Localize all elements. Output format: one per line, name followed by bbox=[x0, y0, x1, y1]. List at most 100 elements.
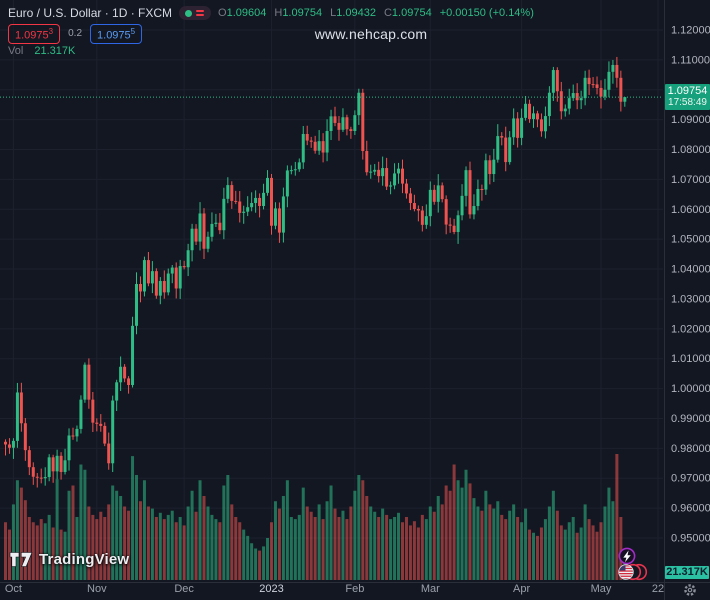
volume-bar bbox=[484, 491, 487, 580]
volume-bar bbox=[445, 486, 448, 581]
volume-label[interactable]: Vol bbox=[8, 45, 23, 57]
volume-bar bbox=[337, 517, 340, 580]
candle-body bbox=[139, 284, 142, 291]
time-axis-settings-button[interactable] bbox=[685, 585, 694, 594]
lightning-button[interactable] bbox=[619, 548, 634, 563]
volume-bar bbox=[607, 488, 610, 580]
candle-body bbox=[246, 207, 249, 211]
volume-bar bbox=[302, 488, 305, 580]
volume-bar bbox=[377, 517, 380, 580]
candle-body bbox=[373, 170, 376, 172]
volume-bar bbox=[123, 507, 126, 581]
candle-body bbox=[127, 378, 130, 385]
candle-body bbox=[199, 213, 202, 241]
time-tick-label: Mar bbox=[421, 583, 440, 595]
candle-body bbox=[357, 93, 360, 115]
candle-body bbox=[377, 170, 380, 176]
tradingview-logo[interactable]: TradingView bbox=[9, 551, 129, 568]
candle-body bbox=[532, 113, 535, 119]
time-axis[interactable]: OctNovDec2023FebMarAprMay22 bbox=[5, 583, 664, 595]
candle-body bbox=[520, 118, 523, 138]
symbol-title[interactable]: Euro / U.S. Dollar · 1D · FXCM bbox=[8, 6, 172, 20]
candle-body bbox=[179, 266, 182, 288]
quote-lines-icon bbox=[196, 10, 204, 16]
sell-button[interactable]: 1.09753 bbox=[8, 24, 60, 44]
spread-value: 0.2 bbox=[68, 28, 82, 39]
candle-body bbox=[79, 400, 82, 429]
candle-body bbox=[214, 223, 217, 224]
volume-bar bbox=[592, 525, 595, 580]
volume-bar bbox=[310, 512, 313, 580]
volume-bar bbox=[425, 519, 428, 580]
last-price-value: 1.09754 bbox=[665, 85, 710, 97]
ohlc-values: O1.09604 H1.09754 L1.09432 C1.09754 +0.0… bbox=[218, 7, 534, 19]
volume-bar bbox=[465, 470, 468, 580]
volume-bar bbox=[353, 491, 356, 580]
volume-bar bbox=[4, 522, 7, 580]
volume-bar bbox=[385, 515, 388, 580]
candle-body bbox=[607, 72, 610, 90]
chart-pane[interactable]: 1.120001.110001.100001.090001.080001.070… bbox=[0, 0, 710, 600]
candle-body bbox=[337, 123, 340, 130]
volume-bar bbox=[230, 504, 233, 580]
time-tick-label: Apr bbox=[513, 583, 530, 595]
volume-axis-badge: 21.317K bbox=[665, 566, 709, 579]
candle-body bbox=[508, 137, 511, 162]
market-status-pill[interactable] bbox=[179, 6, 211, 20]
volume-bar bbox=[210, 515, 213, 580]
candle-body bbox=[71, 435, 74, 436]
price-tick-label: 1.12000 bbox=[671, 25, 710, 37]
volume-bar bbox=[139, 501, 142, 580]
candle-body bbox=[468, 170, 471, 214]
volume-bar bbox=[417, 528, 420, 581]
candle-body bbox=[425, 216, 428, 225]
volume-bar bbox=[341, 511, 344, 580]
volume-bar bbox=[40, 519, 43, 580]
candle-body bbox=[282, 196, 285, 232]
candle-body bbox=[20, 392, 23, 423]
volume-value: 21.317K bbox=[34, 45, 75, 57]
candle-body bbox=[250, 203, 253, 207]
candle-body bbox=[405, 184, 408, 194]
volume-bar bbox=[298, 515, 301, 580]
volume-bar bbox=[361, 480, 364, 580]
price-tick-label: 1.03000 bbox=[671, 293, 710, 305]
candle-body bbox=[135, 284, 138, 326]
candle-body bbox=[230, 185, 233, 201]
volume-bar bbox=[580, 528, 583, 581]
candle-body bbox=[353, 115, 356, 131]
candle-body bbox=[611, 65, 614, 72]
candle-body bbox=[512, 118, 515, 137]
candle-body bbox=[361, 93, 364, 151]
candle-body bbox=[496, 136, 499, 160]
candle-body bbox=[322, 141, 325, 152]
candle-body bbox=[210, 224, 213, 237]
price-tick-label: 1.02000 bbox=[671, 323, 710, 335]
candle-body bbox=[560, 91, 563, 111]
candle-body bbox=[417, 209, 420, 210]
volume-bar bbox=[461, 488, 464, 580]
candle-body bbox=[540, 119, 543, 131]
volume-bar bbox=[191, 491, 194, 580]
time-tick-label: Oct bbox=[5, 583, 22, 595]
candle-body bbox=[195, 229, 198, 242]
volume-bar bbox=[600, 522, 603, 580]
volume-bar bbox=[516, 517, 519, 580]
volume-bar bbox=[472, 498, 475, 580]
candle-body bbox=[48, 457, 51, 477]
candle-body bbox=[151, 271, 154, 283]
volume-bar bbox=[544, 519, 547, 580]
volume-bar bbox=[254, 549, 257, 581]
candle-body bbox=[385, 168, 388, 187]
flags-button[interactable] bbox=[618, 564, 646, 580]
candle-body bbox=[381, 168, 384, 176]
volume-bar bbox=[179, 517, 182, 580]
volume-bar bbox=[290, 517, 293, 580]
volume-bar bbox=[603, 507, 606, 581]
candle-body bbox=[588, 78, 591, 84]
candle-body bbox=[290, 170, 293, 171]
candle-body bbox=[274, 208, 277, 225]
volume-bar bbox=[540, 528, 543, 581]
buy-button[interactable]: 1.09755 bbox=[90, 24, 142, 44]
volume-bar bbox=[330, 486, 333, 581]
